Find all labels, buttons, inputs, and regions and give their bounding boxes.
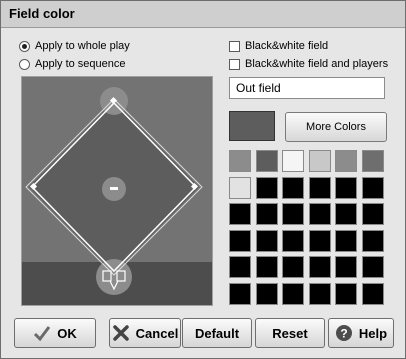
bw-field-players-option[interactable]: Black&white field and players: [229, 57, 388, 71]
color-swatch[interactable]: [361, 229, 384, 252]
color-swatch[interactable]: [282, 150, 304, 172]
current-color-swatch: [229, 111, 275, 141]
color-swatch[interactable]: [308, 282, 331, 305]
color-swatch[interactable]: [255, 150, 278, 172]
help-label: Help: [358, 325, 388, 341]
color-swatch[interactable]: [229, 150, 251, 172]
more-colors-button[interactable]: More Colors: [285, 112, 387, 142]
field-color-dialog: Field color Apply to whole play Apply to…: [0, 0, 406, 359]
color-swatch[interactable]: [255, 176, 278, 199]
color-swatch[interactable]: [361, 176, 384, 199]
help-icon: ?: [335, 325, 352, 341]
default-button[interactable]: Default: [182, 318, 252, 348]
color-swatch[interactable]: [282, 282, 304, 305]
cancel-label: Cancel: [135, 325, 179, 341]
checkmark-icon: [34, 326, 51, 342]
color-swatch[interactable]: [282, 229, 304, 252]
color-swatch[interactable]: [361, 203, 384, 225]
color-swatch[interactable]: [229, 282, 251, 305]
ok-label: OK: [57, 325, 77, 341]
reset-label: Reset: [272, 325, 308, 341]
color-swatch[interactable]: [335, 282, 357, 305]
color-swatch[interactable]: [229, 229, 251, 252]
color-swatch[interactable]: [282, 203, 304, 225]
color-swatch[interactable]: [335, 176, 357, 199]
color-swatch[interactable]: [308, 256, 331, 278]
help-button[interactable]: ? Help: [328, 318, 394, 348]
title-bar: Field color: [1, 1, 405, 28]
color-swatch[interactable]: [255, 256, 278, 278]
color-swatch[interactable]: [335, 150, 357, 172]
color-swatch[interactable]: [229, 256, 251, 278]
reset-button[interactable]: Reset: [255, 318, 325, 348]
color-swatch[interactable]: [255, 203, 278, 225]
color-swatch[interactable]: [361, 282, 384, 305]
bw-field-option[interactable]: Black&white field: [229, 39, 328, 53]
close-icon: [112, 325, 129, 341]
color-swatch[interactable]: [255, 282, 278, 305]
color-swatch[interactable]: [308, 176, 331, 199]
bw-field-players-label: Black&white field and players: [245, 58, 389, 70]
apply-whole-play-radio[interactable]: [19, 40, 30, 52]
ok-button[interactable]: OK: [14, 318, 96, 348]
bw-field-checkbox[interactable]: [229, 40, 240, 52]
apply-sequence-option[interactable]: Apply to sequence: [19, 57, 126, 71]
apply-sequence-radio[interactable]: [19, 58, 30, 70]
color-swatch[interactable]: [282, 256, 304, 278]
color-swatch[interactable]: [229, 176, 251, 199]
color-swatch[interactable]: [229, 203, 251, 225]
apply-whole-play-label: Apply to whole play: [35, 40, 130, 52]
apply-whole-play-option[interactable]: Apply to whole play: [19, 39, 130, 53]
bw-field-label: Black&white field: [245, 40, 329, 52]
color-swatch[interactable]: [255, 229, 278, 252]
pitcher-rubber: [110, 187, 118, 190]
color-swatch[interactable]: [282, 176, 304, 199]
default-label: Default: [194, 325, 240, 341]
bw-field-players-checkbox[interactable]: [229, 58, 240, 70]
apply-sequence-label: Apply to sequence: [35, 58, 126, 70]
color-swatch[interactable]: [335, 256, 357, 278]
color-swatch[interactable]: [335, 203, 357, 225]
field-preview[interactable]: [21, 76, 213, 306]
cancel-button[interactable]: Cancel: [109, 318, 181, 348]
color-swatch[interactable]: [308, 229, 331, 252]
color-swatch[interactable]: [308, 150, 331, 172]
svg-text:?: ?: [340, 327, 347, 341]
color-swatch[interactable]: [335, 229, 357, 252]
dialog-title: Field color: [9, 6, 75, 21]
baseball-field-diagram[interactable]: [22, 77, 212, 305]
color-name-field[interactable]: Out field: [229, 77, 385, 99]
color-swatch[interactable]: [308, 203, 331, 225]
color-swatch[interactable]: [361, 256, 384, 278]
color-swatch[interactable]: [361, 150, 384, 172]
